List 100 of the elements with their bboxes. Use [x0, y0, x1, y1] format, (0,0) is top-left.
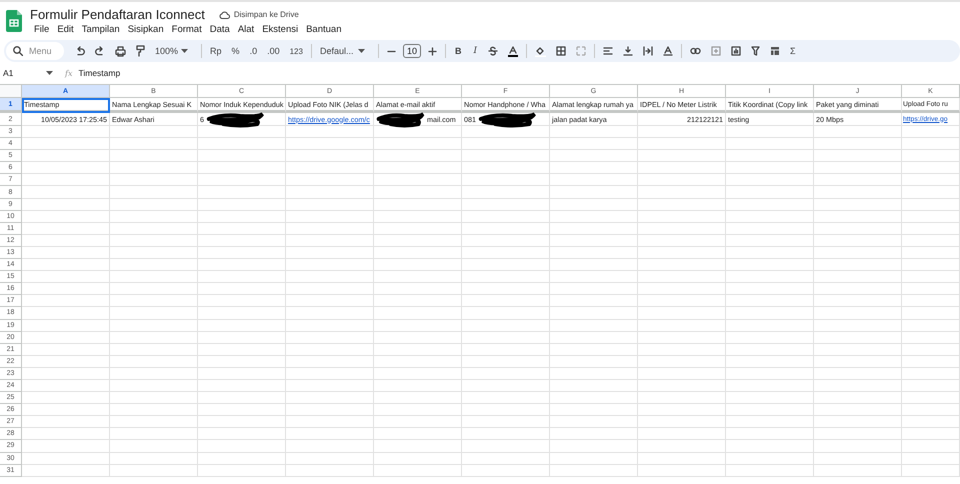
table-cell[interactable] [814, 271, 902, 284]
zoom-dropdown[interactable]: 100% [150, 46, 198, 56]
table-cell[interactable] [550, 368, 638, 380]
table-cell[interactable] [22, 428, 110, 440]
borders-icon[interactable] [556, 46, 566, 56]
table-cell[interactable] [22, 271, 110, 284]
table-cell[interactable] [198, 259, 286, 272]
table-cell[interactable] [814, 295, 902, 308]
menu-item[interactable]: Ekstensi [258, 24, 302, 35]
table-cell[interactable] [902, 452, 960, 465]
table-cell[interactable] [22, 452, 110, 465]
table-cell[interactable] [550, 416, 638, 428]
table-cell[interactable] [198, 162, 286, 174]
table-cell[interactable] [22, 198, 110, 211]
percent-button[interactable]: % [226, 46, 245, 56]
table-cell[interactable] [374, 126, 462, 138]
table-cell[interactable] [198, 380, 286, 392]
table-cell[interactable] [110, 368, 198, 380]
table-cell[interactable] [550, 392, 638, 404]
table-cell[interactable] [462, 416, 550, 428]
menu-item[interactable]: Edit [53, 24, 78, 35]
caret-icon[interactable] [358, 49, 365, 53]
table-cell[interactable] [726, 198, 814, 211]
table-cell[interactable] [814, 198, 902, 211]
table-cell[interactable] [638, 246, 726, 260]
table-cell[interactable] [726, 307, 814, 320]
table-cell[interactable] [286, 283, 374, 296]
table-cell[interactable] [814, 416, 902, 428]
table-cell[interactable] [550, 174, 638, 186]
table-cell[interactable] [110, 295, 198, 308]
table-cell[interactable] [462, 464, 550, 477]
table-cell[interactable] [638, 416, 726, 428]
table-cell[interactable] [902, 222, 960, 235]
table-cell[interactable] [902, 428, 960, 440]
table-cell[interactable] [374, 368, 462, 380]
table-cell[interactable] [638, 295, 726, 308]
table-cell[interactable] [550, 307, 638, 320]
table-cell[interactable] [198, 126, 286, 138]
table-cell[interactable] [22, 416, 110, 428]
table-cell[interactable] [462, 174, 550, 186]
table-cell[interactable] [814, 320, 902, 332]
table-cell[interactable] [550, 259, 638, 272]
table-cell[interactable] [726, 259, 814, 272]
name-box[interactable]: A1 [3, 68, 14, 78]
align-bottom-icon[interactable] [623, 46, 634, 56]
table-cell[interactable] [374, 210, 462, 223]
table-cell[interactable] [814, 428, 902, 440]
font-dropdown[interactable]: Defaul... [314, 46, 375, 56]
table-cell[interactable] [638, 404, 726, 416]
table-cell[interactable] [22, 380, 110, 392]
table-cell[interactable] [726, 332, 814, 344]
table-cell[interactable] [902, 174, 960, 186]
strikethrough-icon[interactable] [488, 46, 498, 56]
table-cell[interactable] [110, 392, 198, 404]
table-cell[interactable] [110, 150, 198, 162]
table-cell[interactable] [902, 307, 960, 320]
table-cell[interactable] [550, 138, 638, 150]
table-cell[interactable] [814, 150, 902, 162]
table-cell[interactable] [110, 222, 198, 235]
table-cell[interactable] [462, 234, 550, 247]
table-cell[interactable] [814, 452, 902, 465]
merge-cells-icon[interactable] [576, 46, 586, 56]
table-cell[interactable] [110, 320, 198, 332]
table-cell[interactable] [902, 234, 960, 247]
table-cell[interactable] [726, 452, 814, 465]
table-cell[interactable] [22, 320, 110, 332]
table-cell[interactable] [286, 222, 374, 235]
table-cell[interactable] [726, 138, 814, 150]
table-cell[interactable] [22, 162, 110, 174]
table-cell[interactable] [550, 210, 638, 223]
table-cell[interactable] [550, 246, 638, 260]
table-cell[interactable] [110, 259, 198, 272]
print-icon[interactable] [115, 46, 126, 56]
table-cell[interactable] [22, 234, 110, 247]
table-cell[interactable] [638, 234, 726, 247]
table-cell[interactable] [198, 440, 286, 453]
table-cell[interactable] [814, 440, 902, 453]
search-icon[interactable] [13, 46, 23, 56]
table-cell[interactable] [462, 452, 550, 465]
font-size-field[interactable]: 10 [402, 44, 421, 58]
table-cell[interactable] [726, 392, 814, 404]
table-cell[interactable] [110, 198, 198, 211]
table-cell[interactable] [726, 271, 814, 284]
table-cell[interactable] [374, 271, 462, 284]
table-cell[interactable] [22, 210, 110, 223]
table-cell[interactable] [374, 150, 462, 162]
table-cell[interactable] [286, 210, 374, 223]
table-cell[interactable] [814, 356, 902, 368]
table-cell[interactable] [198, 271, 286, 284]
table-cell[interactable] [22, 440, 110, 453]
table-cell[interactable] [726, 246, 814, 260]
table-cell[interactable] [374, 344, 462, 356]
table-cell[interactable] [198, 307, 286, 320]
comment-icon[interactable] [711, 46, 722, 56]
table-cell[interactable] [286, 234, 374, 247]
menu-item[interactable]: Data [206, 24, 234, 35]
table-cell[interactable] [286, 392, 374, 404]
table-cell[interactable] [198, 452, 286, 465]
table-cell[interactable] [638, 368, 726, 380]
table-cell[interactable] [726, 416, 814, 428]
